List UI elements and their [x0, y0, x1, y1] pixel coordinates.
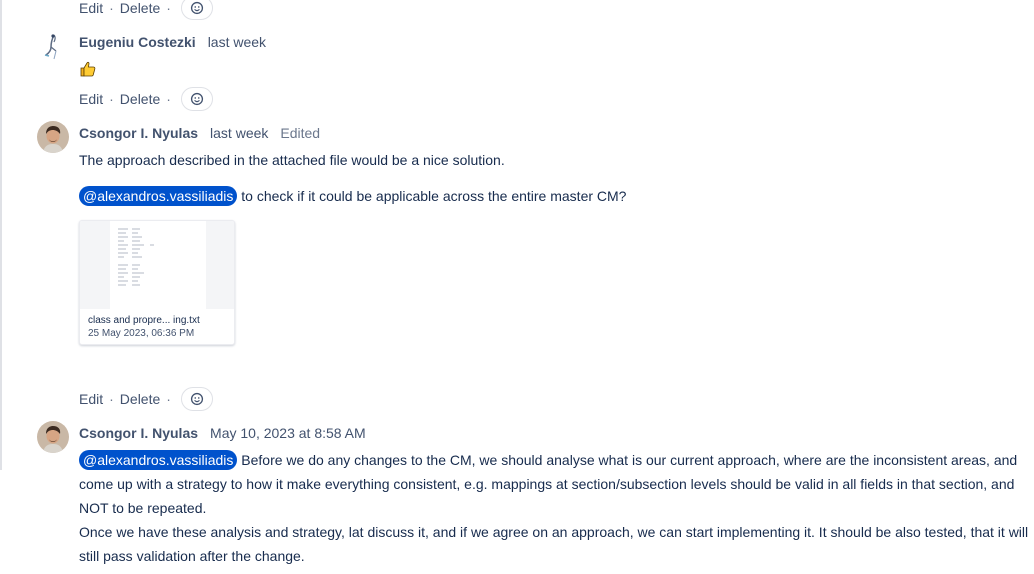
comment-timestamp[interactable]: May 10, 2023 at 8:58 AM — [210, 425, 366, 441]
comment-timestamp[interactable]: last week — [210, 125, 268, 141]
author-name[interactable]: Csongor I. Nyulas — [79, 425, 198, 441]
bird-avatar-icon — [44, 34, 57, 60]
comment-line: come up with a strategy to how it make e… — [79, 476, 1015, 492]
avatar[interactable] — [37, 421, 69, 453]
separator: · — [166, 0, 171, 16]
separator: · — [109, 91, 114, 107]
file-attachment-card[interactable]: class and propre... ing.txt 25 May 2023,… — [79, 220, 235, 345]
comment-body: @alexandros.vassiliadis Before we do any… — [79, 448, 1029, 568]
edit-link[interactable]: Edit — [79, 391, 103, 407]
attachment-preview — [80, 221, 234, 309]
comment-meta: Csongor I. Nyulas last week Edited — [79, 125, 320, 141]
attachment-meta: class and propre... ing.txt 25 May 2023,… — [80, 309, 234, 344]
comment-line: @alexandros.vassiliadis Before we do any… — [79, 448, 1019, 472]
comment-text: to check if it could be applicable acros… — [237, 188, 627, 204]
separator: · — [109, 391, 114, 407]
edited-indicator[interactable]: Edited — [280, 125, 320, 141]
comment-body: The approach described in the attached f… — [79, 148, 505, 172]
comment-actions: Edit · Delete · — [79, 387, 213, 411]
avatar[interactable] — [37, 121, 69, 153]
add-reaction-button[interactable] — [180, 387, 213, 411]
add-reaction-icon — [190, 392, 204, 406]
person-avatar-icon — [37, 121, 69, 153]
avatar[interactable] — [38, 31, 70, 63]
delete-link[interactable]: Delete — [120, 391, 160, 407]
separator: · — [166, 391, 171, 407]
delete-link[interactable]: Delete — [120, 0, 160, 16]
comment-actions: Edit · Delete · — [79, 87, 213, 111]
attachment-date: 25 May 2023, 06:36 PM — [88, 328, 195, 339]
comment-text: The approach described in the attached f… — [79, 152, 505, 168]
separator: · — [109, 0, 114, 16]
comment-actions: Edit · Delete · — [79, 0, 213, 20]
author-name[interactable]: Csongor I. Nyulas — [79, 125, 198, 141]
author-name[interactable]: Eugeniu Costezki — [79, 34, 196, 50]
user-mention[interactable]: @alexandros.vassiliadis — [79, 450, 238, 470]
separator: · — [166, 91, 171, 107]
user-mention[interactable]: @alexandros.vassiliadis — [79, 186, 238, 206]
comment-line: NOT to be repeated. — [79, 500, 207, 516]
comment-meta: Csongor I. Nyulas May 10, 2023 at 8:58 A… — [79, 425, 366, 441]
attachment-filename: class and propre... ing.txt — [88, 315, 200, 326]
thread-rule — [0, 0, 2, 470]
add-reaction-icon — [190, 92, 204, 106]
person-avatar-icon — [37, 421, 69, 453]
document-thumbnail — [110, 221, 206, 309]
edit-link[interactable]: Edit — [79, 91, 103, 107]
add-reaction-icon — [190, 1, 204, 15]
comment-line: still pass validation after the change. — [79, 548, 305, 564]
add-reaction-button[interactable] — [180, 87, 213, 111]
delete-link[interactable]: Delete — [120, 91, 160, 107]
comment-body: @alexandros.vassiliadis to check if it c… — [79, 184, 626, 208]
comment-text: Before we do any changes to the CM, we s… — [237, 452, 1018, 468]
edit-link[interactable]: Edit — [79, 0, 103, 16]
comment-meta: Eugeniu Costezki last week — [79, 34, 266, 50]
comment-timestamp[interactable]: last week — [208, 34, 266, 50]
add-reaction-button[interactable] — [180, 0, 213, 20]
comment-line: Once we have these analysis and strategy… — [79, 524, 1029, 540]
thumbs-up-icon — [79, 60, 97, 81]
